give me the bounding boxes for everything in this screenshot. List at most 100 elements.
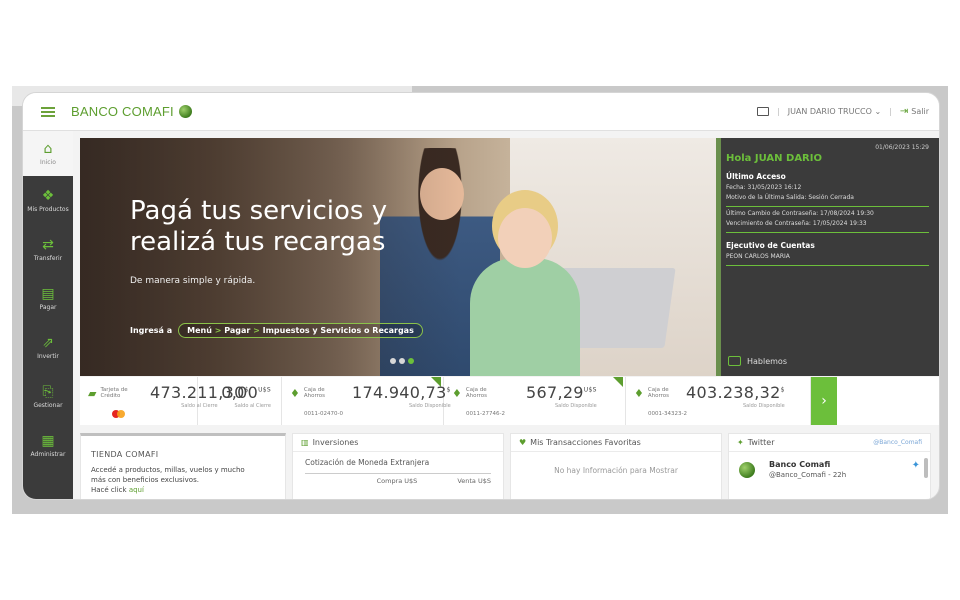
- user-area: | JUAN DARIO TRUCCO ⌄ | ⇥ Salir: [757, 106, 939, 117]
- mastercard-icon: [112, 410, 126, 419]
- password-expiry: Vencimiento de Contraseña: 17/05/2024 19…: [726, 220, 867, 227]
- twitter-header: ✦ Twitter @Banco_Comafi: [729, 434, 930, 452]
- last-access-date: Fecha: 31/05/2023 16:12: [726, 184, 802, 191]
- sidebar: ⌂ Inicio ❖ Mis Productos ⇄ Transferir ▤ …: [23, 131, 73, 499]
- money-bag-icon: ♦: [634, 387, 644, 400]
- money-bag-icon: ♦: [452, 387, 462, 400]
- mail-icon[interactable]: [757, 107, 769, 116]
- top-bar: BANCO COMAFI | JUAN DARIO TRUCCO ⌄ | ⇥ S…: [23, 93, 939, 131]
- transfer-icon: ⇄: [42, 236, 54, 253]
- hero-title-line: Pagá tus servicios y: [130, 196, 388, 226]
- hero-banner[interactable]: Pagá tus servicios y realizá tus recarga…: [80, 138, 716, 376]
- exchange-rate-title: Cotización de Moneda Extranjera: [305, 458, 430, 467]
- sidebar-item-pagar[interactable]: ▤ Pagar: [23, 274, 73, 323]
- tienda-link-prefix: Hacé click: [91, 486, 127, 494]
- divider: |: [777, 107, 780, 116]
- account-caption: Saldo Disponible: [409, 403, 451, 409]
- chevron-right-icon: ›: [821, 393, 827, 409]
- chat-button[interactable]: Hablemos: [728, 356, 787, 366]
- password-change: Último Cambio de Contraseña: 17/08/2024 …: [726, 210, 874, 217]
- col-sell: Venta U$S: [457, 477, 491, 485]
- tienda-description: Accedé a productos, millas, vuelos y muc…: [91, 465, 275, 495]
- sidebar-item-administrar[interactable]: ▦ Administrar: [23, 421, 73, 470]
- account-balance: 403.238,32$: [686, 383, 785, 402]
- account-number: 0011-02470-0: [304, 411, 343, 417]
- hero-cta-path[interactable]: Menú > Pagar > Impuestos y Servicios o R…: [178, 323, 423, 338]
- pay-icon: ▤: [41, 285, 55, 302]
- tienda-panel: TIENDA COMAFI Accedé a productos, millas…: [80, 433, 286, 499]
- tienda-link-line: Hacé click aquí: [91, 485, 275, 495]
- credit-card-account[interactable]: ▰ Tarjeta de Crédito 473.211,30$ Saldo a…: [80, 377, 248, 425]
- account-balance-block: 0,00U$S Saldo al Cierre: [221, 383, 271, 409]
- sidebar-item-label: Gestionar: [33, 401, 63, 409]
- hero-cta-part: Impuestos y Servicios o Recargas: [262, 326, 414, 335]
- sidebar-item-label: Pagar: [39, 303, 57, 311]
- divider: [726, 232, 929, 233]
- hero-title: Pagá tus servicios y realizá tus recarga…: [130, 196, 387, 258]
- savings-account-ars-2[interactable]: ♦ Caja de Ahorros 403.238,32$ Saldo Disp…: [626, 377, 811, 425]
- account-balance: 0,00U$S: [221, 383, 271, 402]
- products-icon: ❖: [41, 187, 55, 204]
- account-number: 0001-34323-2: [648, 411, 687, 417]
- account-balance-block: 567,29U$S Saldo Disponible: [526, 383, 597, 409]
- favoritas-header: ♥ Mis Transacciones Favoritas: [511, 434, 721, 452]
- executive-label: Ejecutivo de Cuentas: [726, 241, 815, 250]
- inversiones-header: ▥ Inversiones: [293, 434, 503, 452]
- greeting: Hola JUAN DARIO: [726, 153, 822, 164]
- last-exit-reason: Motivo de la Última Salida: Sesión Cerra…: [726, 194, 854, 201]
- hero-cta-prefix: Ingresá a: [130, 326, 173, 335]
- corner-flag-icon: [613, 377, 623, 387]
- hero-cta: Ingresá a Menú > Pagar > Impuestos y Ser…: [130, 323, 423, 338]
- widgets-row: TIENDA COMAFI Accedé a productos, millas…: [80, 433, 939, 499]
- scrollbar[interactable]: [924, 458, 928, 478]
- sidebar-item-invertir[interactable]: ⇗ Invertir: [23, 323, 73, 372]
- last-access-label: Último Acceso: [726, 172, 786, 181]
- accounts-next-button[interactable]: ›: [811, 377, 837, 425]
- logout-icon[interactable]: ⇥: [900, 106, 908, 117]
- tweet-author-name: Banco Comafi: [769, 460, 831, 469]
- hero-cta-part: Pagar: [224, 326, 251, 335]
- divider: [726, 265, 929, 266]
- twitter-panel: ✦ Twitter @Banco_Comafi Banco Comafi @Ba…: [728, 433, 931, 499]
- sidebar-item-mis-productos[interactable]: ❖ Mis Productos: [23, 176, 73, 225]
- avatar: [739, 462, 755, 478]
- menu-icon[interactable]: [41, 106, 55, 117]
- savings-account-usd[interactable]: ♦ Caja de Ahorros 567,29U$S Saldo Dispon…: [444, 377, 626, 425]
- sidebar-item-inicio[interactable]: ⌂ Inicio: [23, 131, 73, 176]
- account-label: Caja de Ahorros: [647, 387, 670, 399]
- account-balance-block: 403.238,32$ Saldo Disponible: [686, 383, 785, 409]
- logout-link[interactable]: Salir: [911, 107, 929, 116]
- brand-logo[interactable]: BANCO COMAFI: [71, 104, 192, 119]
- sidebar-item-label: Administrar: [30, 450, 66, 458]
- carousel-dot-active[interactable]: [408, 358, 414, 364]
- sidebar-item-gestionar[interactable]: ⎘ Gestionar: [23, 372, 73, 421]
- current-date: 01/06/2023 15:29: [875, 144, 929, 151]
- sidebar-item-label: Transferir: [33, 254, 63, 262]
- tienda-title: TIENDA COMAFI: [91, 450, 159, 459]
- tienda-link[interactable]: aquí: [129, 486, 144, 494]
- twitter-title: Twitter: [747, 438, 775, 447]
- user-menu[interactable]: JUAN DARIO TRUCCO ⌄: [788, 107, 881, 116]
- chat-label: Hablemos: [747, 356, 787, 366]
- home-icon: ⌂: [43, 140, 53, 157]
- browser-window: BANCO COMAFI | JUAN DARIO TRUCCO ⌄ | ⇥ S…: [22, 92, 940, 500]
- hero-title-line: realizá tus recargas: [130, 227, 386, 257]
- sidebar-item-transferir[interactable]: ⇄ Transferir: [23, 225, 73, 274]
- tweet[interactable]: Banco Comafi @Banco_Comafi - 22h ✦: [729, 452, 930, 487]
- favoritas-empty: No hay Información para Mostrar: [554, 466, 678, 475]
- twitter-bird-icon: ✦: [911, 460, 920, 471]
- sidebar-item-label: Inicio: [40, 158, 56, 166]
- hero-photo-child-face: [498, 208, 552, 268]
- welcome-panel: 01/06/2023 15:29 Hola JUAN DARIO Último …: [716, 138, 939, 376]
- tweet-author-handle: @Banco_Comafi - 22h: [769, 471, 847, 479]
- inversiones-panel: ▥ Inversiones Cotización de Moneda Extra…: [292, 433, 504, 499]
- tweet-author: Banco Comafi @Banco_Comafi - 22h: [769, 460, 846, 479]
- executive-name: PEON CARLOS MARIA: [726, 253, 790, 260]
- carousel-dot[interactable]: [399, 358, 405, 364]
- carousel-dot[interactable]: [390, 358, 396, 364]
- savings-account-ars[interactable]: ♦ Caja de Ahorros 174.940,73$ Saldo Disp…: [282, 377, 451, 425]
- credit-card-usd-account[interactable]: 0,00U$S Saldo al Cierre: [198, 377, 282, 425]
- money-bag-icon: ♦: [290, 387, 300, 400]
- chart-icon: ▥: [301, 438, 309, 447]
- twitter-handle-link[interactable]: @Banco_Comafi: [873, 439, 922, 446]
